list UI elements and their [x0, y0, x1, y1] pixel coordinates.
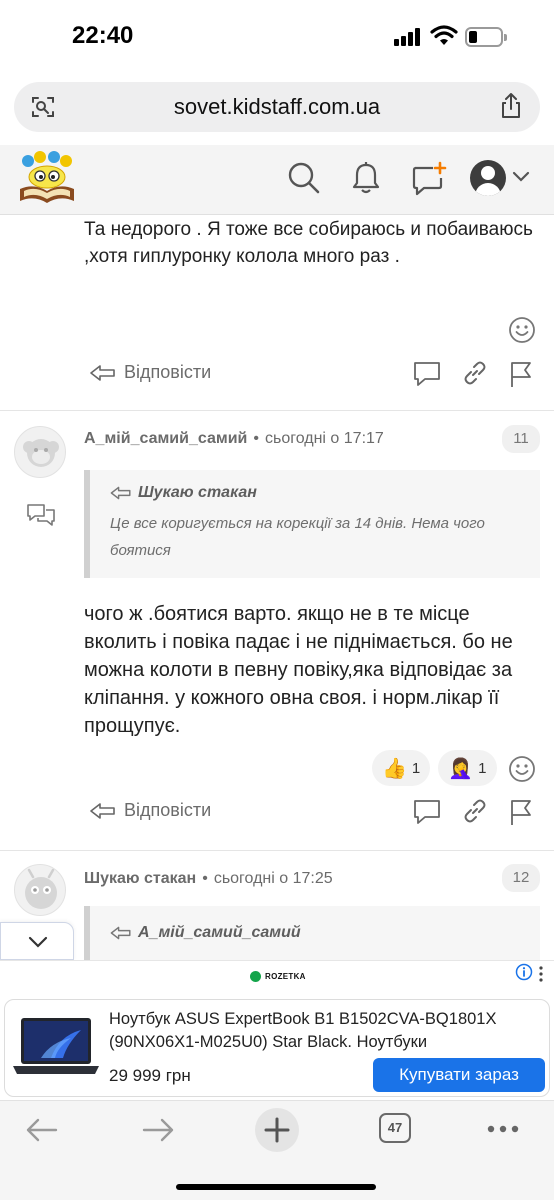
browser-toolbar: 47	[0, 1100, 554, 1200]
link-icon[interactable]	[462, 360, 488, 386]
new-message-icon[interactable]	[411, 161, 447, 197]
quote-block: Шукаю стакан Це все коригується на корек…	[84, 470, 540, 578]
wifi-icon	[430, 25, 458, 45]
address-bar[interactable]: sovet.kidstaff.com.ua	[14, 82, 540, 132]
reaction-facepalm[interactable]: 🤦‍♀️ 1	[438, 750, 497, 786]
buy-now-button[interactable]: Купувати зараз	[373, 1058, 545, 1092]
comment-icon[interactable]	[412, 360, 442, 388]
status-time: 22:40	[72, 22, 134, 49]
ad-more-icon[interactable]	[537, 965, 545, 983]
reply-arrow-icon	[90, 802, 115, 819]
post-divider	[0, 410, 554, 411]
reply-arrow-icon	[110, 926, 131, 940]
reply-arrow-icon	[110, 486, 131, 500]
post-meta: Шукаю стакан • сьогодні о 17:25	[84, 870, 333, 888]
conversation-icon[interactable]	[26, 502, 56, 528]
facepalm-icon: 🤦‍♀️	[448, 757, 474, 780]
bell-icon[interactable]	[350, 161, 382, 195]
reply-button[interactable]: Відповісти	[90, 800, 211, 821]
add-reaction-icon[interactable]	[508, 755, 536, 783]
post-actions: Відповісти	[84, 792, 544, 832]
ad-price: 29 999 грн	[109, 1066, 191, 1085]
forward-icon[interactable]	[142, 1117, 176, 1143]
quote-author[interactable]: Шукаю стакан	[110, 484, 257, 502]
cellular-signal-icon	[394, 28, 422, 46]
post-author[interactable]: Шукаю стакан	[84, 870, 196, 888]
monkey-avatar-icon	[23, 439, 59, 467]
add-reaction-icon[interactable]	[508, 316, 536, 344]
avatar[interactable]	[14, 864, 66, 916]
chevron-down-icon[interactable]	[512, 171, 530, 183]
post-author[interactable]: А_мій_самий_самий	[84, 430, 247, 448]
flag-icon[interactable]	[508, 798, 534, 826]
ad-banner[interactable]: ROZETKA Ноутбук ASUS ExpertBook B1 B1502…	[0, 960, 554, 1100]
meta-separator: •	[202, 870, 208, 887]
avatar-icon[interactable]	[470, 160, 506, 196]
reply-button[interactable]: Відповісти	[90, 362, 211, 383]
collapse-ad-button[interactable]	[0, 922, 74, 960]
rozetka-logo-icon	[250, 971, 261, 982]
post-meta: А_мій_самий_самий • сьогодні о 17:17	[84, 430, 384, 448]
reply-label: Відповісти	[124, 800, 212, 820]
quote-block: А_мій_самий_самий	[84, 906, 540, 960]
post-time[interactable]: сьогодні о 17:25	[214, 870, 333, 888]
status-bar: 22:40	[0, 0, 554, 72]
reaction-count: 1	[411, 759, 421, 777]
ad-card[interactable]: Ноутбук ASUS ExpertBook B1 B1502CVA-BQ18…	[4, 999, 550, 1097]
ad-title[interactable]: Ноутбук ASUS ExpertBook B1 B1502CVA-BQ18…	[109, 1008, 539, 1054]
reactions: 👍 1 🤦‍♀️ 1	[372, 750, 497, 786]
battery-icon	[465, 27, 507, 47]
reaction-thumbs-up[interactable]: 👍 1	[372, 750, 431, 786]
ad-brand-name: ROZETKA	[265, 972, 306, 981]
post-divider	[0, 850, 554, 851]
ad-brand: ROZETKA	[250, 971, 306, 982]
post-actions: Відповісти	[84, 354, 544, 394]
search-icon[interactable]	[287, 161, 321, 195]
logo-icon[interactable]	[14, 151, 80, 207]
laptop-image	[13, 1018, 99, 1074]
site-header	[0, 145, 554, 215]
url-text: sovet.kidstaff.com.ua	[173, 94, 381, 119]
share-icon[interactable]	[498, 92, 524, 120]
chevron-down-icon	[28, 936, 48, 948]
more-menu-icon[interactable]	[487, 1125, 519, 1133]
post-text: чого ж .боятися варто. якщо не в те місц…	[84, 603, 513, 737]
thumbs-up-icon: 👍	[382, 757, 407, 780]
quote-author[interactable]: А_мій_самий_самий	[110, 924, 301, 942]
quote-author-name: А_мій_самий_самий	[138, 924, 301, 941]
comment-icon[interactable]	[412, 798, 442, 826]
flag-icon[interactable]	[508, 360, 534, 388]
reply-arrow-icon	[90, 364, 115, 381]
reaction-count: 1	[478, 759, 487, 777]
quote-author-name: Шукаю стакан	[138, 484, 257, 501]
reply-label: Відповісти	[124, 362, 212, 382]
meta-separator: •	[253, 430, 259, 447]
post-number[interactable]: 12	[502, 864, 540, 892]
bug-avatar-icon	[25, 868, 57, 909]
post-text: Та недорого . Я тоже все собираюсь и поб…	[84, 219, 533, 267]
ad-info-icon[interactable]	[515, 963, 533, 981]
new-tab-icon[interactable]	[254, 1107, 300, 1153]
link-icon[interactable]	[462, 798, 488, 824]
home-indicator	[176, 1184, 376, 1190]
post-number[interactable]: 11	[502, 425, 540, 453]
avatar[interactable]	[14, 426, 66, 478]
quote-text: Це все коригується на корекції за 14 дні…	[110, 515, 485, 559]
tab-switcher-button[interactable]: 47	[379, 1113, 411, 1143]
back-icon[interactable]	[24, 1117, 58, 1143]
post-time[interactable]: сьогодні о 17:17	[265, 430, 384, 448]
